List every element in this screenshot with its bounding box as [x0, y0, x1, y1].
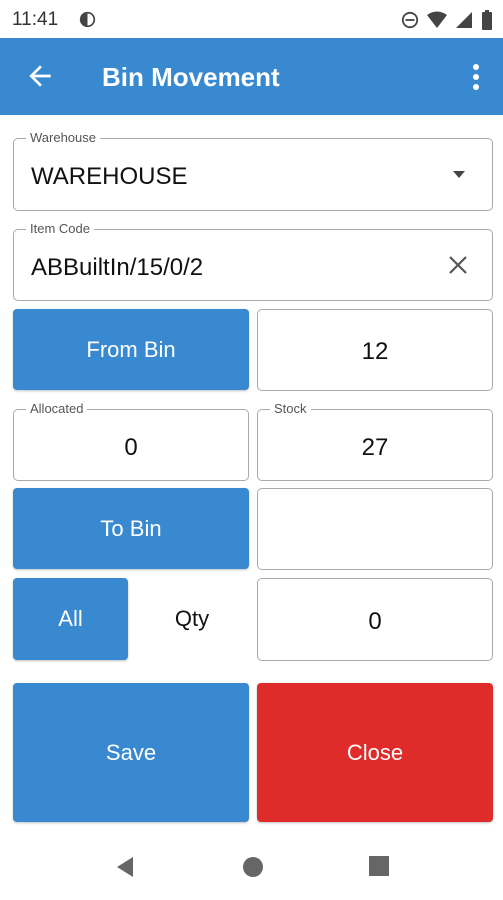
more-vert-icon[interactable]	[467, 62, 485, 92]
item-code-label: Item Code	[26, 221, 94, 236]
status-bar: 11:41	[0, 0, 503, 38]
save-button[interactable]: Save	[13, 683, 249, 822]
item-code-field[interactable]: Item Code ABBuiltIn/15/0/2	[13, 221, 493, 301]
do-not-disturb-icon	[401, 11, 419, 29]
to-bin-field[interactable]	[257, 488, 493, 570]
wifi-icon	[427, 11, 447, 28]
allocated-field: Allocated 0	[13, 401, 249, 481]
stock-field: Stock 27	[257, 401, 493, 481]
app-bar: Bin Movement	[0, 38, 503, 115]
battery-icon	[482, 10, 492, 30]
from-bin-field[interactable]: 12	[257, 309, 493, 391]
allocated-label: Allocated	[26, 401, 88, 416]
item-code-value: ABBuiltIn/15/0/2	[31, 254, 204, 281]
page-title: Bin Movement	[102, 62, 280, 92]
qty-value: 0	[368, 608, 382, 635]
all-button[interactable]: All	[13, 578, 128, 660]
nav-recents-icon[interactable]	[368, 855, 390, 877]
stock-label: Stock	[270, 401, 311, 416]
status-icons	[401, 10, 493, 30]
qty-label: Qty	[174, 606, 210, 631]
nav-bar	[0, 830, 503, 900]
from-bin-value: 12	[361, 338, 389, 365]
close-button[interactable]: Close	[257, 683, 493, 822]
nav-home-icon[interactable]	[241, 855, 265, 879]
signal-icon	[456, 12, 472, 28]
status-time: 11:41	[12, 9, 59, 30]
qty-field[interactable]: 0	[257, 578, 493, 661]
to-bin-button[interactable]: To Bin	[13, 488, 249, 569]
stock-value: 27	[361, 434, 389, 461]
warehouse-select[interactable]: Warehouse WAREHOUSE	[13, 130, 493, 211]
dropdown-arrow-icon[interactable]	[452, 170, 466, 179]
warehouse-value: WAREHOUSE	[31, 163, 188, 190]
clear-icon[interactable]	[448, 255, 468, 275]
allocated-value: 0	[124, 434, 138, 461]
back-arrow-icon[interactable]	[24, 60, 56, 92]
warehouse-label: Warehouse	[26, 130, 100, 145]
app-notification-icon	[79, 11, 96, 28]
from-bin-button[interactable]: From Bin	[13, 309, 249, 390]
nav-back-icon[interactable]	[113, 855, 137, 879]
